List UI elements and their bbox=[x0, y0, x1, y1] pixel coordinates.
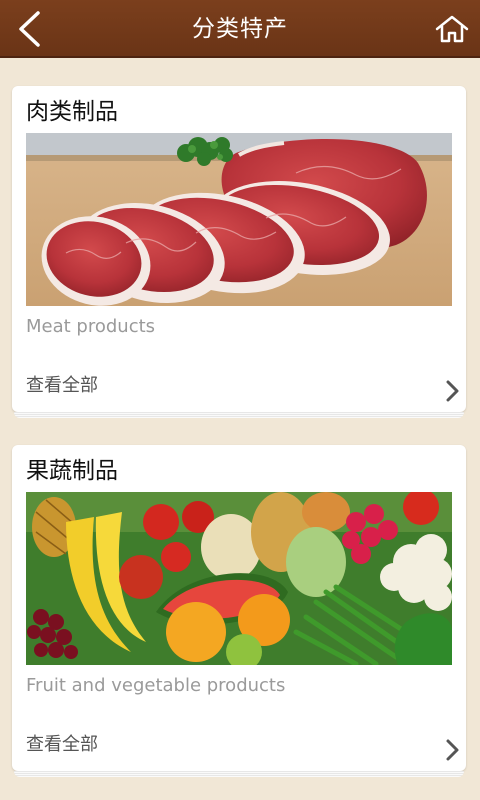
category-card-meat[interactable]: 肉类制品 Meat products 查看全部 bbox=[12, 86, 466, 418]
category-title: 果蔬制品 bbox=[26, 458, 118, 484]
category-image-meat[interactable] bbox=[26, 133, 452, 306]
home-button[interactable] bbox=[432, 9, 472, 49]
category-image-fruit-vegetable[interactable] bbox=[26, 492, 452, 665]
top-bar: 分类特产 bbox=[0, 0, 480, 58]
category-card-fruit-vegetable[interactable]: 果蔬制品 Fruit and vegetable products 查看全部 bbox=[12, 445, 466, 777]
category-subtitle: Meat products bbox=[26, 316, 156, 337]
home-icon bbox=[435, 15, 469, 43]
view-all-link[interactable]: 查看全部 bbox=[26, 371, 98, 397]
category-title: 肉类制品 bbox=[26, 99, 118, 125]
chevron-right-icon[interactable] bbox=[444, 737, 462, 763]
page-title: 分类特产 bbox=[192, 16, 288, 42]
category-subtitle: Fruit and vegetable products bbox=[26, 675, 286, 696]
chevron-right-icon[interactable] bbox=[444, 378, 462, 404]
view-all-link[interactable]: 查看全部 bbox=[26, 730, 98, 756]
